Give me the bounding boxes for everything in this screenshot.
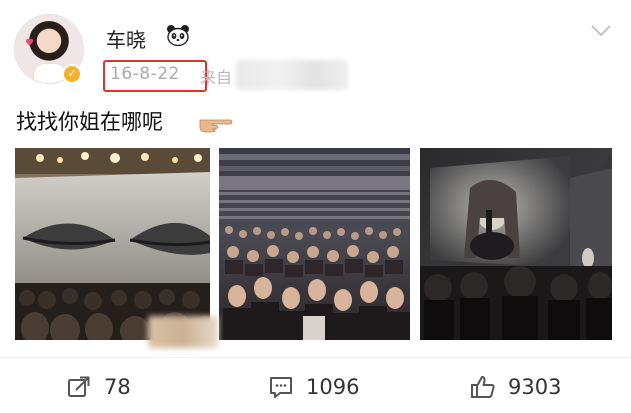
chevron-down-icon[interactable] [590,24,612,38]
source-label: 来自 [200,68,233,87]
pointing-hand-icon [199,119,233,133]
post-text: 找找你姐在哪呢 [16,110,163,134]
arena-crowd-photo[interactable] [219,148,410,340]
image-blur-patch [148,316,218,348]
repost-count: 78 [104,375,131,399]
thumbs-up-icon [471,376,495,398]
like-button[interactable]: 9303 [470,372,561,402]
source-blur-patch [236,60,348,90]
action-divider [0,357,631,358]
repost-icon [68,376,90,397]
like-count: 9303 [508,375,562,399]
repost-button[interactable]: 78 [66,372,131,402]
comment-button[interactable]: 1096 [268,372,359,402]
concert-stage-photo[interactable] [15,148,210,340]
verified-badge-icon: ✓ [62,64,82,84]
username[interactable]: 车晓 [106,24,146,53]
panda-icon [167,25,189,46]
post-timestamp[interactable]: 16-8-22 [110,64,180,84]
comment-icon [270,377,292,398]
weibo-post: ♥ ✓ 车晓 16-8-22 来自 找找你姐在哪呢 78 1096 9303 [0,0,631,413]
singer-on-screen-photo[interactable] [420,148,612,340]
comment-count: 1096 [306,375,360,399]
